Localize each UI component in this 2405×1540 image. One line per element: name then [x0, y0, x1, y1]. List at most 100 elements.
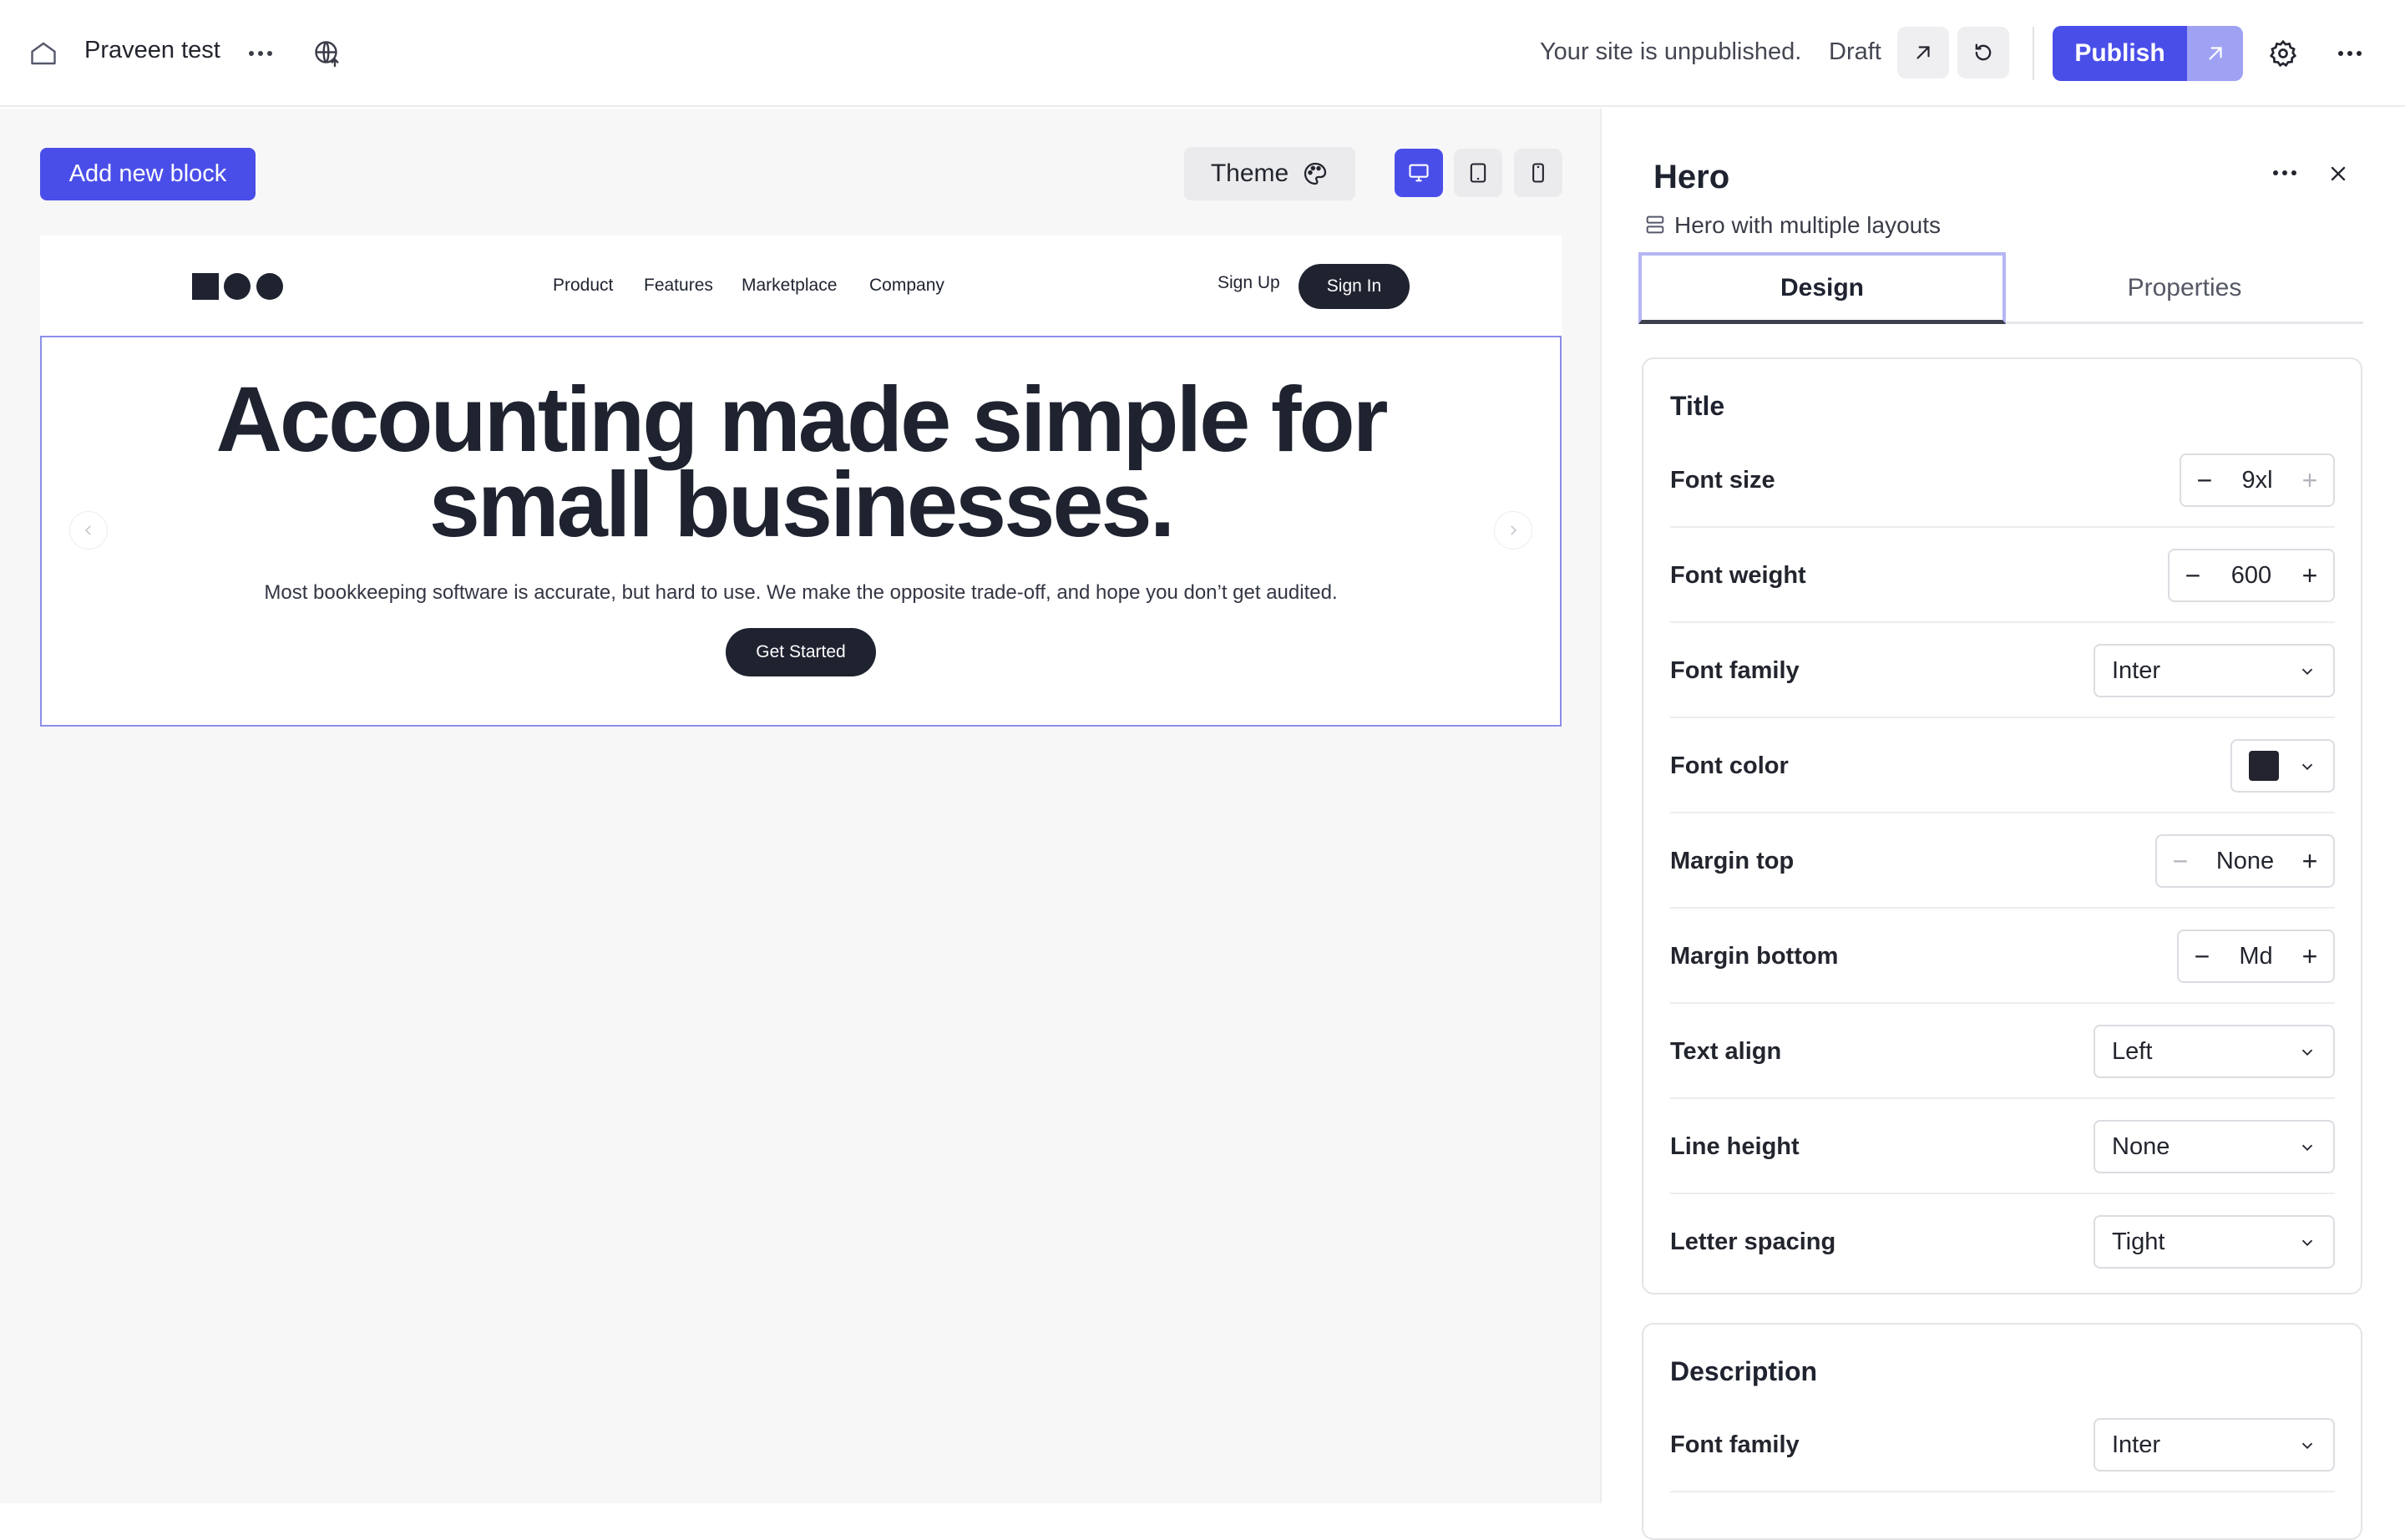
font-family-value: Inter	[2112, 656, 2161, 684]
font-family-label: Font family	[1670, 656, 1800, 684]
panel-title: Hero	[1653, 159, 1730, 195]
nav-link-marketplace[interactable]: Marketplace	[742, 276, 837, 296]
close-icon[interactable]	[2321, 157, 2355, 190]
font-weight-label: Font weight	[1670, 561, 1806, 589]
font-size-label: Font size	[1670, 466, 1775, 494]
increment-button[interactable]: +	[2286, 931, 2333, 981]
font-weight-stepper[interactable]: − 600 +	[2168, 549, 2335, 602]
hero-title[interactable]: Accounting made simple for small busines…	[40, 368, 1562, 551]
increment-button[interactable]: +	[2286, 550, 2333, 600]
desktop-icon	[1409, 164, 1429, 182]
arrow-up-right-icon	[2208, 47, 2222, 60]
more-options-icon[interactable]	[242, 37, 279, 70]
margin-bottom-label: Margin bottom	[1670, 942, 1839, 970]
chevron-right-icon	[1511, 525, 1517, 535]
font-family-select[interactable]: Inter	[2094, 644, 2335, 697]
letter-spacing-select[interactable]: Tight	[2094, 1215, 2335, 1269]
text-align-label: Text align	[1670, 1037, 1782, 1065]
margin-bottom-row: Margin bottom − Md +	[1670, 909, 2335, 1004]
line-height-value: None	[2112, 1132, 2170, 1160]
decrement-button[interactable]: −	[2181, 455, 2228, 505]
margin-top-stepper[interactable]: − None +	[2155, 834, 2335, 888]
chevron-down-icon	[2301, 1144, 2313, 1152]
site-name[interactable]: Praveen test	[84, 37, 220, 64]
tab-design[interactable]: Design	[1638, 252, 2006, 324]
desktop-view-button[interactable]	[1395, 149, 1443, 197]
publish-status-text: Your site is unpublished.	[1540, 38, 1802, 65]
decrement-button[interactable]: −	[2170, 550, 2216, 600]
margin-top-row: Margin top − None +	[1670, 813, 2335, 909]
add-new-block-button[interactable]: Add new block	[40, 148, 256, 200]
chevron-down-icon	[2301, 1239, 2313, 1247]
tablet-view-button[interactable]	[1454, 149, 1502, 197]
text-align-select[interactable]: Left	[2094, 1025, 2335, 1078]
mobile-icon	[1532, 163, 1544, 183]
margin-top-label: Margin top	[1670, 847, 1795, 874]
mobile-view-button[interactable]	[1514, 149, 1562, 197]
text-align-row: Text align Left	[1670, 1004, 2335, 1099]
font-color-picker[interactable]	[2230, 739, 2335, 793]
font-family-row: Font family Inter	[1670, 623, 2335, 718]
letter-spacing-row: Letter spacing Tight	[1670, 1194, 2335, 1289]
line-height-row: Line height None	[1670, 1099, 2335, 1194]
margin-top-value: None	[2215, 847, 2275, 874]
hero-title-line: Accounting made simple for	[215, 368, 1388, 471]
font-family-label: Font family	[1670, 1431, 1800, 1458]
nav-link-company[interactable]: Company	[869, 276, 944, 296]
line-height-label: Line height	[1670, 1132, 1800, 1160]
open-preview-button[interactable]	[1897, 27, 1949, 79]
home-icon[interactable]	[25, 37, 62, 70]
section-heading-description: Description	[1670, 1356, 1818, 1386]
decrement-button[interactable]: −	[2179, 931, 2225, 981]
font-size-stepper[interactable]: − 9xl +	[2180, 453, 2335, 507]
line-height-select[interactable]: None	[2094, 1120, 2335, 1173]
chevron-down-icon	[2301, 1442, 2313, 1450]
theme-button[interactable]: Theme	[1184, 147, 1355, 200]
panel-more-icon[interactable]	[2268, 160, 2301, 185]
top-bar: Praveen test Your site is unpublished. D…	[0, 0, 2405, 107]
palette-icon	[1304, 162, 1327, 185]
font-size-row: Font size − 9xl +	[1670, 433, 2335, 528]
increment-button[interactable]: +	[2286, 455, 2333, 505]
layout-stack-icon	[1643, 212, 1667, 241]
font-size-value: 9xl	[2241, 466, 2273, 494]
margin-bottom-stepper[interactable]: − Md +	[2177, 930, 2335, 983]
publish-button[interactable]: Publish	[2053, 26, 2187, 81]
nav-link-features[interactable]: Features	[644, 276, 713, 296]
open-published-button[interactable]	[2187, 26, 2243, 81]
nav-link-product[interactable]: Product	[553, 276, 613, 296]
description-font-family-row: Font family Inter	[1670, 1397, 2335, 1492]
toolbar-divider	[2033, 27, 2034, 80]
increment-button[interactable]: +	[2286, 836, 2333, 886]
font-weight-value: 600	[2230, 561, 2272, 589]
font-color-label: Font color	[1670, 752, 1789, 779]
sign-in-button[interactable]: Sign In	[1299, 264, 1410, 309]
chevron-down-icon	[2301, 668, 2313, 676]
chevron-left-icon	[84, 525, 91, 535]
chevron-down-icon	[2301, 763, 2313, 771]
publish-group: Publish	[2053, 26, 2243, 81]
section-heading-title: Title	[1670, 391, 1725, 421]
decrement-button[interactable]: −	[2157, 836, 2204, 886]
get-started-button[interactable]: Get Started	[726, 628, 876, 676]
carousel-prev-button[interactable]	[69, 511, 108, 550]
site-logo[interactable]	[192, 272, 284, 301]
carousel-next-button[interactable]	[1494, 511, 1532, 550]
letter-spacing-label: Letter spacing	[1670, 1228, 1836, 1255]
refresh-icon	[1975, 43, 1992, 61]
theme-label: Theme	[1210, 160, 1289, 187]
margin-bottom-value: Md	[2239, 942, 2273, 970]
font-weight-row: Font weight − 600 +	[1670, 528, 2335, 623]
globe-upload-icon[interactable]	[309, 35, 346, 72]
hero-description[interactable]: Most bookkeeping software is accurate, b…	[40, 581, 1562, 605]
font-color-row: Font color	[1670, 718, 2335, 813]
description-font-family-select[interactable]: Inter	[2094, 1418, 2335, 1472]
more-menu-icon[interactable]	[2332, 37, 2368, 70]
panel-subtitle: Hero with multiple layouts	[1674, 212, 1942, 238]
chevron-down-icon	[2301, 1049, 2313, 1056]
tab-properties[interactable]: Properties	[2006, 252, 2363, 324]
revert-button[interactable]	[1957, 27, 2009, 79]
settings-gear-icon[interactable]	[2265, 35, 2301, 72]
arrow-up-right-icon	[1916, 46, 1930, 59]
sign-up-link[interactable]: Sign Up	[1218, 273, 1280, 293]
